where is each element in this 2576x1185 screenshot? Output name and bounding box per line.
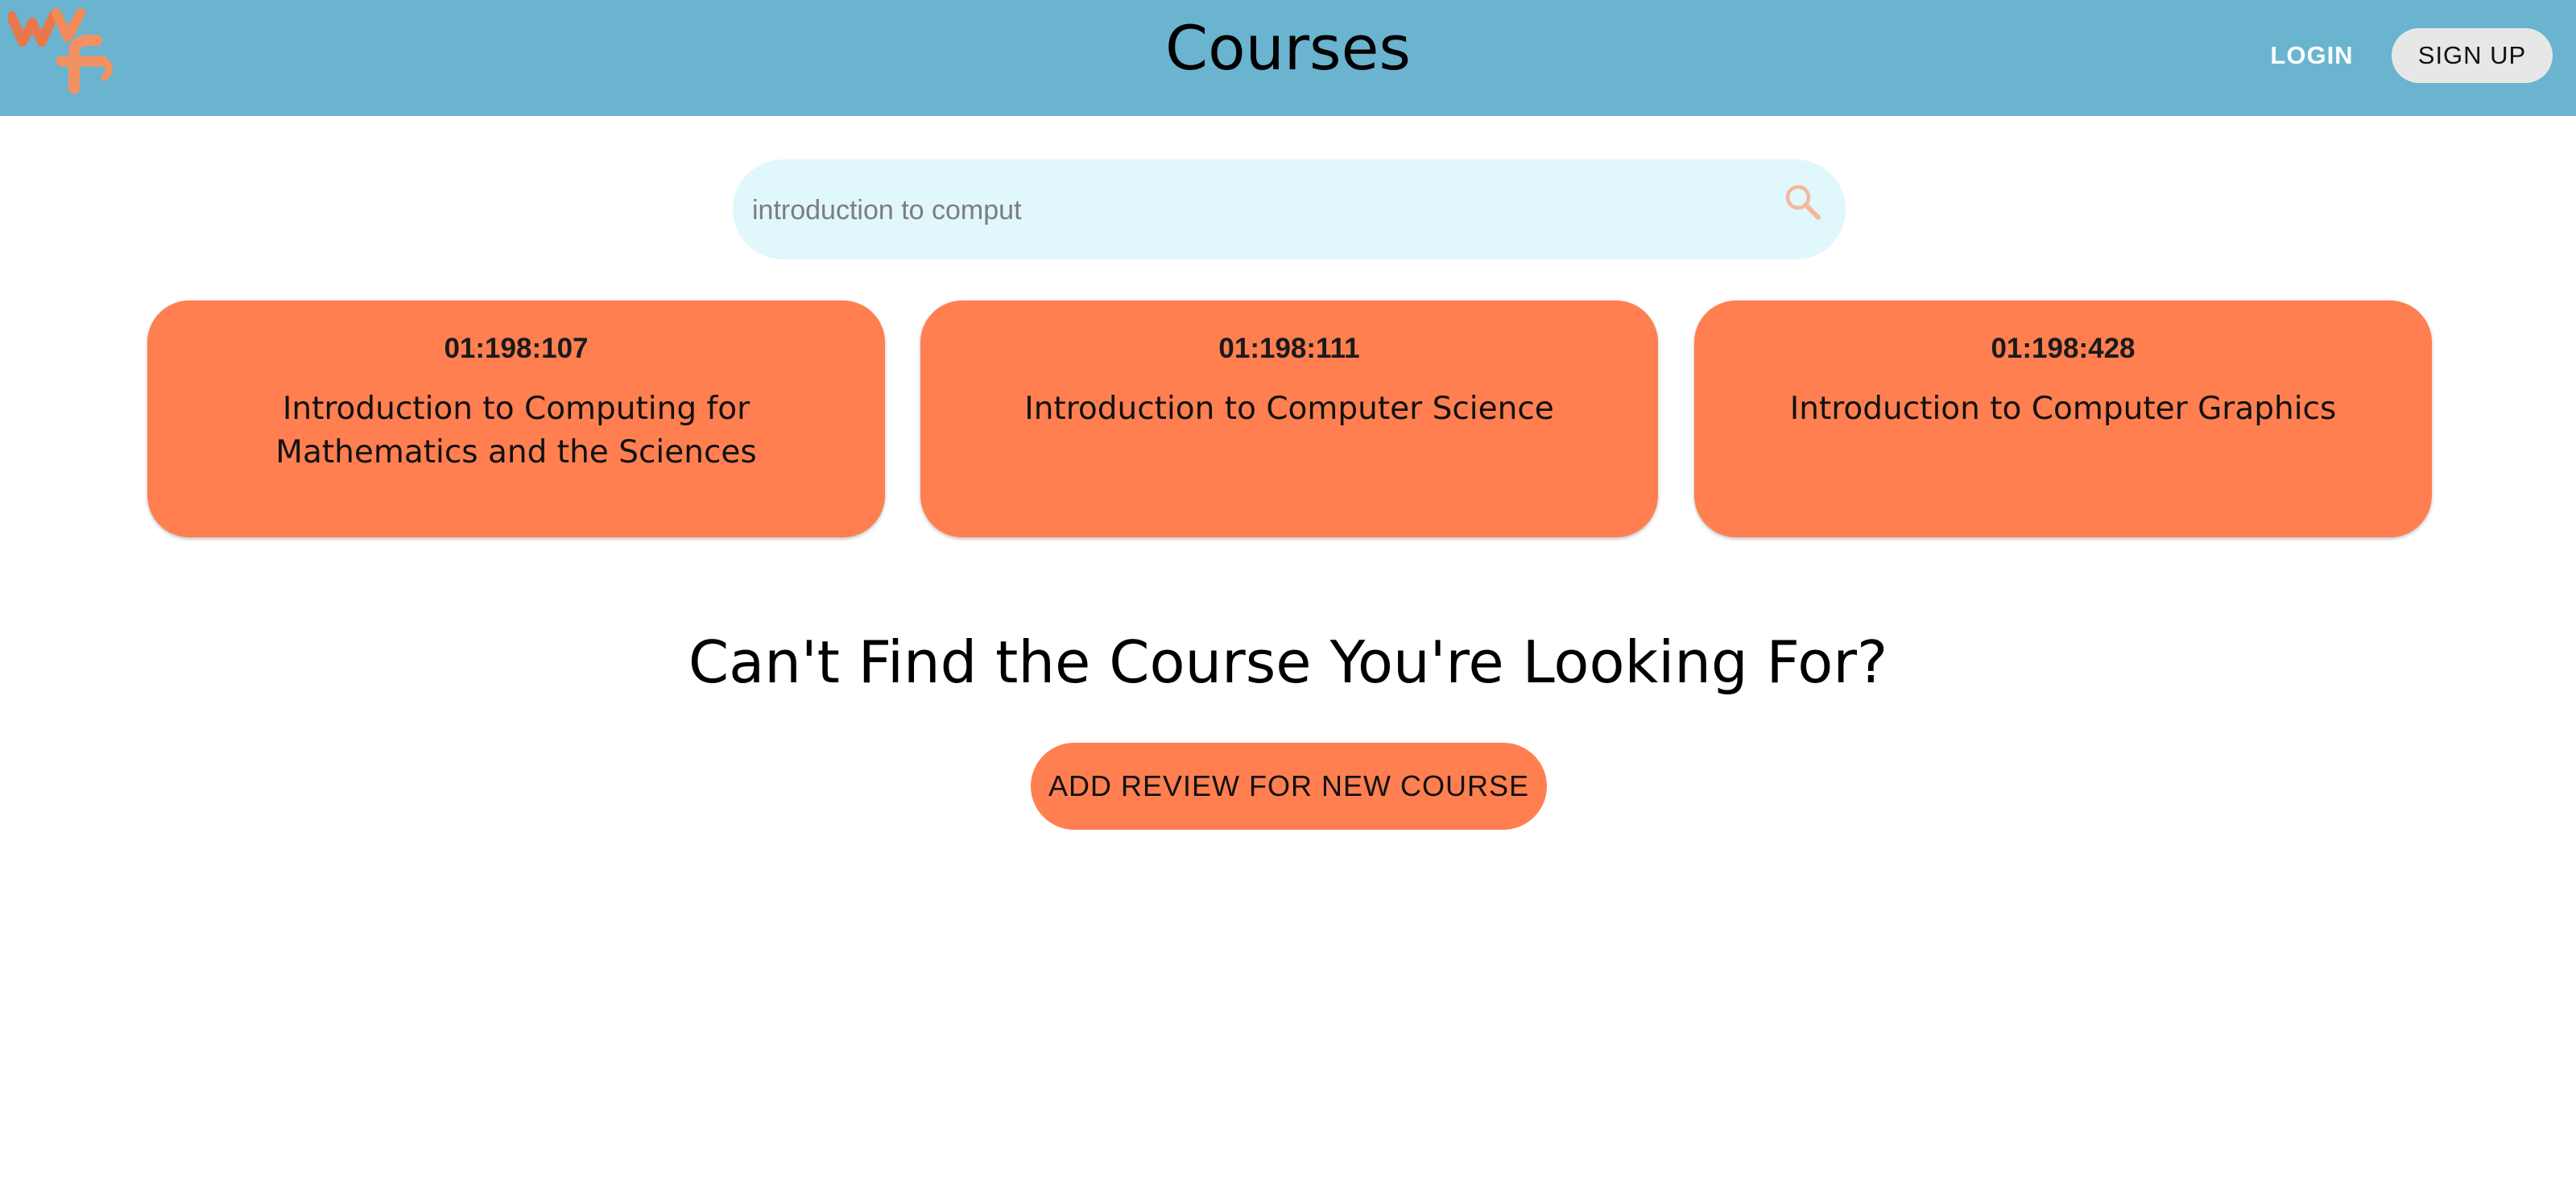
app-bar: Courses LOGIN SIGN UP xyxy=(0,0,2576,116)
course-title: Introduction to Computer Graphics xyxy=(1789,391,2337,427)
course-title: Introduction to Computing for Mathematic… xyxy=(275,391,757,470)
search-icon[interactable] xyxy=(1783,182,1823,222)
search-bar xyxy=(733,160,1846,259)
page-title: Courses xyxy=(1165,12,1411,84)
course-title: Introduction to Computer Science xyxy=(1024,391,1554,427)
course-card[interactable]: 01:198:107 Introduction to Computing for… xyxy=(147,300,885,537)
course-code: 01:198:428 xyxy=(1991,333,2136,364)
add-review-button[interactable]: ADD REVIEW FOR NEW COURSE xyxy=(1031,743,1547,830)
search-input[interactable] xyxy=(750,179,1752,242)
course-code: 01:198:107 xyxy=(444,333,589,364)
course-card[interactable]: 01:198:428 Introduction to Computer Grap… xyxy=(1694,300,2432,537)
signup-button[interactable]: SIGN UP xyxy=(2392,28,2553,83)
not-found-heading: Can't Find the Course You're Looking For… xyxy=(688,628,1888,696)
login-button[interactable]: LOGIN xyxy=(2243,29,2380,82)
course-code: 01:198:111 xyxy=(1218,333,1360,364)
course-card[interactable]: 01:198:111 Introduction to Computer Scie… xyxy=(920,300,1658,537)
